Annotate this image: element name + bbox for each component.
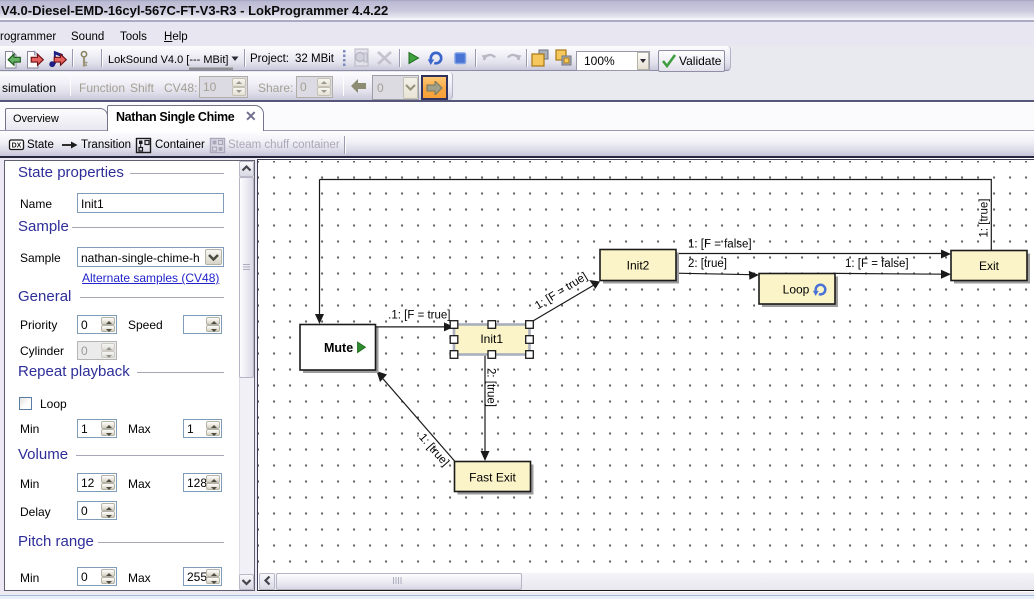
- svg-text:Exit: Exit: [979, 259, 1000, 273]
- svg-text:2: [true]: 2: [true]: [688, 258, 727, 270]
- svg-text:Init1: Init1: [480, 332, 503, 346]
- svg-text:DX: DX: [12, 143, 22, 150]
- svg-text:Init2: Init2: [627, 258, 650, 272]
- svg-text:2: [true]: 2: [true]: [485, 368, 497, 407]
- svg-text:Loop: Loop: [783, 282, 810, 296]
- svg-text:.1: [F = true]: .1: [F = true]: [388, 309, 450, 321]
- svg-text:1: [F = false]: 1: [F = false]: [688, 238, 752, 250]
- svg-text:Fast Exit: Fast Exit: [469, 470, 516, 484]
- svg-text:1: [F = false]: 1: [F = false]: [845, 258, 909, 270]
- svg-text:1: [true]: 1: [true]: [979, 198, 991, 237]
- svg-text:Mute: Mute: [324, 341, 353, 355]
